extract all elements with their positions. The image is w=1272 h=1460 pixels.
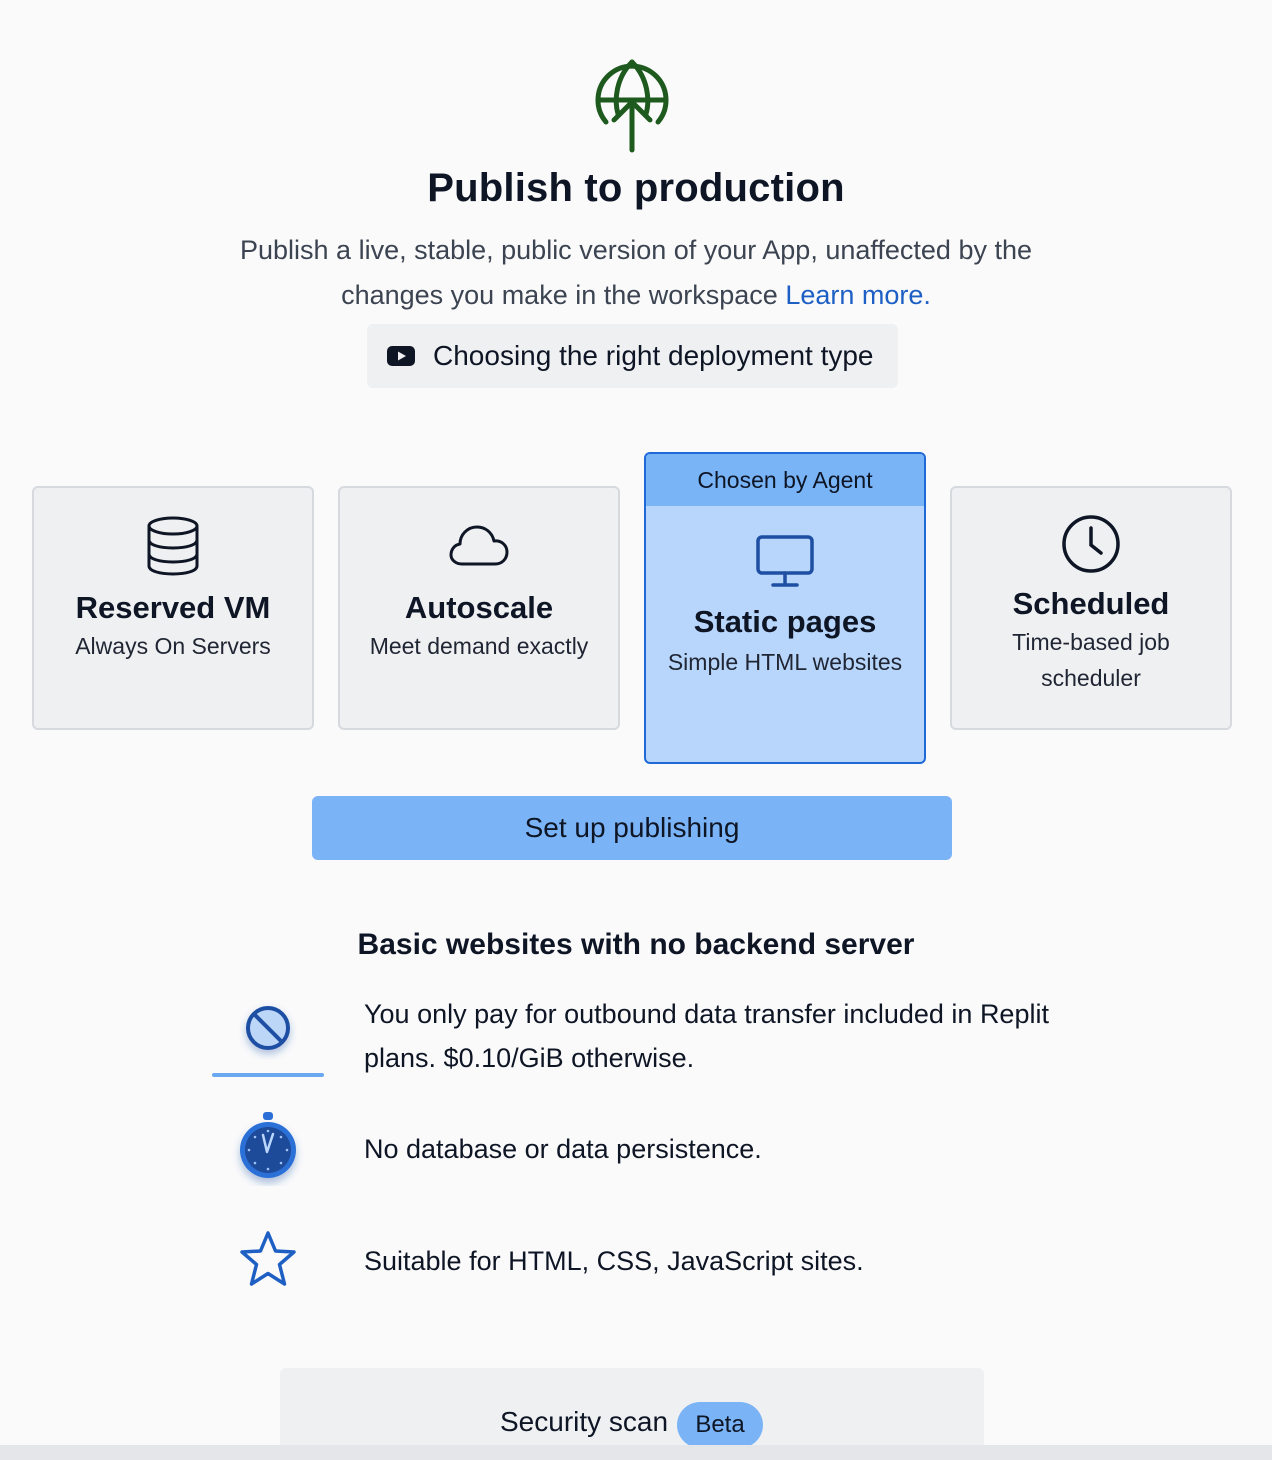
globe-upload-icon — [592, 56, 672, 156]
feature-divider — [212, 1073, 324, 1077]
database-icon — [147, 516, 199, 576]
set-up-publishing-button[interactable]: Set up publishing — [312, 796, 952, 860]
card-subtitle: Simple HTML websites — [667, 649, 903, 675]
deployment-card-autoscale[interactable]: Autoscale Meet demand exactly — [338, 486, 620, 730]
star-icon — [240, 1231, 296, 1286]
prohibited-icon — [246, 1006, 290, 1050]
card-subtitle: Meet demand exactly — [369, 633, 589, 659]
monitor-icon — [756, 535, 814, 587]
security-scan-label: Security scan — [500, 1406, 669, 1437]
feature-text: You only pay for outbound data transfer … — [364, 999, 1049, 1073]
video-button-label: Choosing the right deployment type — [433, 340, 874, 371]
youtube-icon — [387, 346, 415, 366]
feature-text: No database or data persistence. — [364, 1134, 762, 1164]
card-title: Autoscale — [404, 590, 554, 625]
card-title: Static pages — [693, 604, 877, 639]
chosen-by-agent-badge: Chosen by Agent — [646, 454, 924, 506]
learn-more-link[interactable]: Learn more. — [785, 280, 931, 310]
beta-badge: Beta — [677, 1402, 763, 1448]
deployment-card-scheduled[interactable]: Scheduled Time-based job scheduler — [950, 486, 1232, 730]
bottom-divider — [0, 1445, 1272, 1460]
card-subtitle: Time-based job scheduler — [1012, 629, 1170, 691]
card-title: Reserved VM — [75, 590, 271, 625]
card-subtitle: Always On Servers — [75, 633, 271, 659]
details-title: Basic websites with no backend server — [357, 928, 915, 961]
stopwatch-icon — [240, 1112, 296, 1178]
deployment-card-reserved-vm[interactable]: Reserved VM Always On Servers — [32, 486, 314, 730]
card-title: Scheduled — [1012, 586, 1170, 621]
page-subtitle: Publish a live, stable, public version o… — [200, 228, 1072, 318]
deployment-card-static-pages[interactable]: Chosen by Agent Static pages Simple HTML… — [644, 452, 926, 764]
feature-text: Suitable for HTML, CSS, JavaScript sites… — [364, 1246, 864, 1276]
cloud-icon — [449, 525, 509, 566]
clock-icon — [1062, 515, 1120, 573]
deployment-video-button[interactable]: Choosing the right deployment type — [367, 324, 898, 388]
page-title: Publish to production — [427, 166, 845, 210]
